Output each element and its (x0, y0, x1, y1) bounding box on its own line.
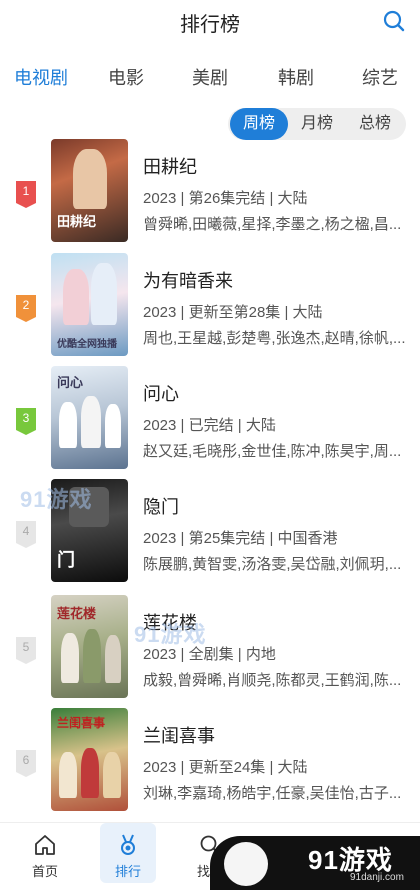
poster-image: 莲花楼 (51, 595, 128, 698)
nav-home[interactable]: 首页 (17, 823, 73, 883)
rank-badge: 5 (16, 637, 36, 664)
item-meta: 2023 | 更新至24集 | 大陆 (143, 759, 308, 776)
poster-text: 兰闺喜事 (57, 716, 106, 730)
poster-text: 莲花楼 (57, 606, 97, 621)
poster-image: 兰闺喜事 (51, 708, 128, 811)
period-monthly-button[interactable]: 月榜 (288, 108, 346, 140)
rank-badge: 2 (16, 295, 36, 322)
header: 排行榜 (0, 0, 420, 46)
item-cast: 赵又廷,毛晓彤,金世佳,陈冲,陈昊宇,周... (143, 443, 402, 460)
rank-badge: 3 (16, 408, 36, 435)
item-title: 为有暗香来 (143, 271, 233, 291)
item-title: 兰闺喜事 (143, 726, 215, 746)
period-total-button[interactable]: 总榜 (346, 108, 404, 140)
tab-variety[interactable]: 综艺 (362, 64, 398, 90)
period-switch: 周榜 月榜 总榜 (228, 108, 406, 140)
poster-text: 优酷全网独播 (57, 339, 117, 350)
page-title: 排行榜 (180, 14, 240, 36)
brand-url: 91danji.com (350, 872, 404, 883)
poster-text: 田耕纪 (57, 214, 97, 229)
item-meta: 2023 | 更新至第28集 | 大陆 (143, 304, 323, 321)
list-item[interactable]: 3 问心 问心 2023 | 已完结 | 大陆 赵又廷,毛晓彤,金世佳,陈冲,陈… (0, 366, 420, 470)
item-meta: 2023 | 已完结 | 大陆 (143, 417, 276, 434)
tab-tv-series[interactable]: 电视剧 (14, 64, 68, 90)
item-cast: 陈展鹏,黄智雯,汤洛雯,吴岱融,刘佩玥,... (143, 556, 402, 573)
item-cast: 曾舜晞,田曦薇,星择,李墨之,杨之楹,昌... (143, 216, 402, 233)
item-meta: 2023 | 第25集完结 | 中国香港 (143, 530, 338, 547)
nav-label: 首页 (31, 864, 58, 879)
poster-image: 田耕纪 (51, 139, 128, 242)
rank-badge: 4 (16, 521, 36, 548)
poster-image: 问心 (51, 366, 128, 469)
rank-badge: 1 (16, 181, 36, 208)
tab-korean-series[interactable]: 韩剧 (278, 64, 314, 90)
item-cast: 刘琳,李嘉琦,杨皓宇,任豪,吴佳怡,古子... (143, 785, 402, 802)
home-icon (35, 835, 55, 855)
poster-text: 问心 (57, 375, 84, 390)
site-watermark-badge: 91游戏 91danji.com (210, 836, 420, 890)
watermark: 91游戏 (20, 487, 93, 512)
rank-badge: 6 (16, 750, 36, 777)
watermark: 91游戏 (134, 622, 207, 647)
poster-text: 门 (57, 550, 75, 570)
list-item[interactable]: 5 莲花楼 莲花楼 2023 | 全剧集 | 内地 成毅,曾舜晞,肖顺尧,陈都灵… (0, 595, 420, 699)
item-title: 问心 (143, 384, 179, 404)
item-title: 隐门 (143, 497, 179, 517)
list-item[interactable]: 1 田耕纪 田耕纪 2023 | 第26集完结 | 大陆 曾舜晞,田曦薇,星择,… (0, 139, 420, 243)
globe-icon (224, 842, 268, 886)
list-item[interactable]: 2 优酷全网独播 为有暗香来 2023 | 更新至第28集 | 大陆 周也,王星… (0, 253, 420, 357)
period-weekly-button[interactable]: 周榜 (230, 108, 288, 140)
tab-movies[interactable]: 电影 (108, 64, 144, 90)
nav-label: 排行 (114, 864, 141, 879)
poster-image: 优酷全网独播 (51, 253, 128, 356)
category-tabs: 电视剧 电影 美剧 韩剧 综艺 (0, 64, 420, 96)
item-meta: 2023 | 第26集完结 | 大陆 (143, 190, 308, 207)
item-title: 田耕纪 (143, 157, 197, 177)
item-cast: 周也,王星越,彭楚粤,张逸杰,赵晴,徐帆,... (143, 330, 406, 347)
search-icon[interactable] (382, 9, 406, 33)
medal-icon (121, 834, 135, 855)
item-cast: 成毅,曾舜晞,肖顺尧,陈都灵,王鹤润,陈... (143, 672, 402, 689)
list-item[interactable]: 6 兰闺喜事 兰闺喜事 2023 | 更新至24集 | 大陆 刘琳,李嘉琦,杨皓… (0, 708, 420, 812)
nav-ranking[interactable]: 排行 (100, 823, 156, 883)
tab-us-series[interactable]: 美剧 (192, 64, 228, 90)
